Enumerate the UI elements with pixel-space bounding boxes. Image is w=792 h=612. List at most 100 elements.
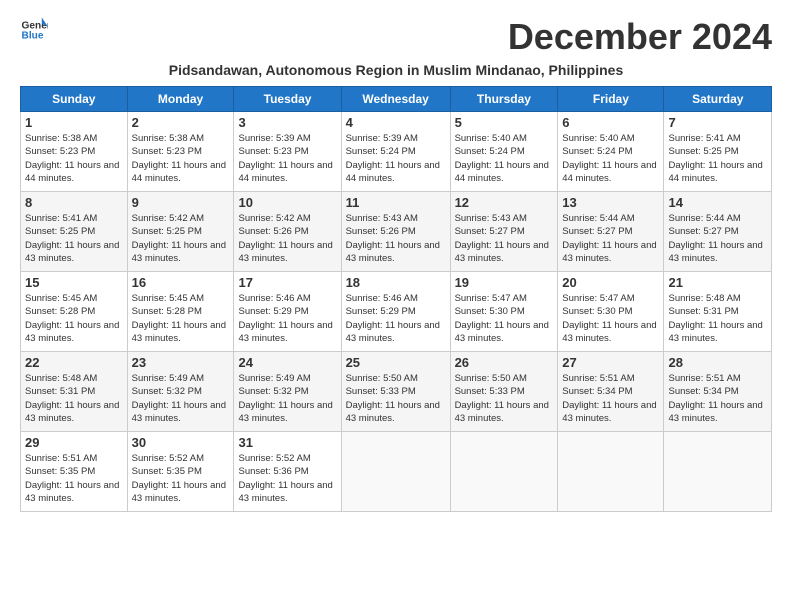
calendar-cell: 25Sunrise: 5:50 AMSunset: 5:33 PMDayligh… [341, 352, 450, 432]
day-number: 5 [455, 115, 554, 130]
header-sunday: Sunday [21, 87, 128, 112]
day-number: 7 [668, 115, 767, 130]
day-info: Sunrise: 5:52 AMSunset: 5:36 PMDaylight:… [238, 452, 336, 505]
calendar-cell: 31Sunrise: 5:52 AMSunset: 5:36 PMDayligh… [234, 432, 341, 512]
day-number: 11 [346, 195, 446, 210]
day-info: Sunrise: 5:39 AMSunset: 5:23 PMDaylight:… [238, 132, 336, 185]
calendar-cell: 14 Sunrise: 5:44 AMSunset: 5:27 PMDayligh… [664, 192, 772, 272]
calendar-cell: 20 Sunrise: 5:47 AMSunset: 5:30 PMDayligh… [558, 272, 664, 352]
day-number: 28 [668, 355, 767, 370]
day-info: Sunrise: 5:47 AMSunset: 5:30 PMDaylight:… [562, 292, 659, 345]
day-info: Sunrise: 5:44 AMSunset: 5:27 PMDaylight:… [668, 212, 767, 265]
day-info: Sunrise: 5:48 AMSunset: 5:31 PMDaylight:… [668, 292, 767, 345]
day-number: 18 [346, 275, 446, 290]
day-number: 4 [346, 115, 446, 130]
calendar-cell: 4 Sunrise: 5:39 AMSunset: 5:24 PMDaylight… [341, 112, 450, 192]
day-info: Sunrise: 5:42 AMSunset: 5:26 PMDaylight:… [238, 212, 336, 265]
calendar-cell: 30 Sunrise: 5:52 AMSunset: 5:35 PMDayligh… [127, 432, 234, 512]
calendar-cell: 5 Sunrise: 5:40 AMSunset: 5:24 PMDaylight… [450, 112, 558, 192]
calendar-cell: 2Sunrise: 5:38 AMSunset: 5:23 PMDaylight… [127, 112, 234, 192]
day-info: Sunrise: 5:51 AMSunset: 5:35 PMDaylight:… [25, 452, 123, 505]
day-number: 20 [562, 275, 659, 290]
day-number: 8 [25, 195, 123, 210]
calendar-cell [664, 432, 772, 512]
day-number: 29 [25, 435, 123, 450]
day-info: Sunrise: 5:41 AMSunset: 5:25 PMDaylight:… [25, 212, 123, 265]
day-info: Sunrise: 5:48 AMSunset: 5:31 PMDaylight:… [25, 372, 123, 425]
calendar-cell: 9 Sunrise: 5:42 AMSunset: 5:25 PMDaylight… [127, 192, 234, 272]
calendar-cell: 11Sunrise: 5:43 AMSunset: 5:26 PMDayligh… [341, 192, 450, 272]
day-number: 30 [132, 435, 230, 450]
day-info: Sunrise: 5:45 AMSunset: 5:28 PMDaylight:… [25, 292, 123, 345]
day-number: 19 [455, 275, 554, 290]
day-info: Sunrise: 5:38 AMSunset: 5:23 PMDaylight:… [25, 132, 123, 185]
header-tuesday: Tuesday [234, 87, 341, 112]
calendar-cell: 19 Sunrise: 5:47 AMSunset: 5:30 PMDayligh… [450, 272, 558, 352]
calendar-cell: 22 Sunrise: 5:48 AMSunset: 5:31 PMDayligh… [21, 352, 128, 432]
calendar-body: 1 Sunrise: 5:38 AMSunset: 5:23 PMDaylight… [21, 112, 772, 512]
day-number: 3 [238, 115, 336, 130]
calendar-cell: 1 Sunrise: 5:38 AMSunset: 5:23 PMDaylight… [21, 112, 128, 192]
day-number: 9 [132, 195, 230, 210]
week-row-5: 29 Sunrise: 5:51 AMSunset: 5:35 PMDayligh… [21, 432, 772, 512]
header: General Blue December 2024 [20, 16, 772, 58]
calendar-cell: 10 Sunrise: 5:42 AMSunset: 5:26 PMDayligh… [234, 192, 341, 272]
logo: General Blue [20, 16, 48, 44]
calendar-cell: 16Sunrise: 5:45 AMSunset: 5:28 PMDayligh… [127, 272, 234, 352]
calendar-cell: 6Sunrise: 5:40 AMSunset: 5:24 PMDaylight… [558, 112, 664, 192]
calendar-cell: 15 Sunrise: 5:45 AMSunset: 5:28 PMDayligh… [21, 272, 128, 352]
location-title: Pidsandawan, Autonomous Region in Muslim… [20, 62, 772, 78]
calendar-cell: 3 Sunrise: 5:39 AMSunset: 5:23 PMDaylight… [234, 112, 341, 192]
svg-text:Blue: Blue [22, 31, 44, 42]
week-row-3: 15 Sunrise: 5:45 AMSunset: 5:28 PMDayligh… [21, 272, 772, 352]
calendar-cell: 26 Sunrise: 5:50 AMSunset: 5:33 PMDayligh… [450, 352, 558, 432]
calendar-cell: 23Sunrise: 5:49 AMSunset: 5:32 PMDayligh… [127, 352, 234, 432]
day-info: Sunrise: 5:40 AMSunset: 5:24 PMDaylight:… [455, 132, 554, 185]
calendar-table: SundayMondayTuesdayWednesdayThursdayFrid… [20, 86, 772, 512]
day-info: Sunrise: 5:47 AMSunset: 5:30 PMDaylight:… [455, 292, 554, 345]
day-number: 13 [562, 195, 659, 210]
day-number: 27 [562, 355, 659, 370]
day-info: Sunrise: 5:40 AMSunset: 5:24 PMDaylight:… [562, 132, 659, 185]
day-number: 24 [238, 355, 336, 370]
week-row-2: 8 Sunrise: 5:41 AMSunset: 5:25 PMDaylight… [21, 192, 772, 272]
day-info: Sunrise: 5:41 AMSunset: 5:25 PMDaylight:… [668, 132, 767, 185]
calendar-cell: 28 Sunrise: 5:51 AMSunset: 5:34 PMDayligh… [664, 352, 772, 432]
day-number: 25 [346, 355, 446, 370]
calendar-cell [450, 432, 558, 512]
day-info: Sunrise: 5:45 AMSunset: 5:28 PMDaylight:… [132, 292, 230, 345]
day-number: 15 [25, 275, 123, 290]
calendar-cell: 8 Sunrise: 5:41 AMSunset: 5:25 PMDaylight… [21, 192, 128, 272]
week-row-4: 22 Sunrise: 5:48 AMSunset: 5:31 PMDayligh… [21, 352, 772, 432]
day-number: 2 [132, 115, 230, 130]
day-info: Sunrise: 5:49 AMSunset: 5:32 PMDaylight:… [238, 372, 336, 425]
calendar-cell: 24 Sunrise: 5:49 AMSunset: 5:32 PMDayligh… [234, 352, 341, 432]
day-number: 10 [238, 195, 336, 210]
month-title: December 2024 [508, 16, 772, 58]
day-info: Sunrise: 5:50 AMSunset: 5:33 PMDaylight:… [455, 372, 554, 425]
calendar-cell: 13Sunrise: 5:44 AMSunset: 5:27 PMDayligh… [558, 192, 664, 272]
day-info: Sunrise: 5:43 AMSunset: 5:27 PMDaylight:… [455, 212, 554, 265]
day-info: Sunrise: 5:51 AMSunset: 5:34 PMDaylight:… [668, 372, 767, 425]
calendar-cell: 27 Sunrise: 5:51 AMSunset: 5:34 PMDayligh… [558, 352, 664, 432]
day-number: 14 [668, 195, 767, 210]
day-info: Sunrise: 5:46 AMSunset: 5:29 PMDaylight:… [346, 292, 446, 345]
calendar-cell [558, 432, 664, 512]
calendar-cell: 7 Sunrise: 5:41 AMSunset: 5:25 PMDaylight… [664, 112, 772, 192]
day-number: 12 [455, 195, 554, 210]
calendar-cell: 17Sunrise: 5:46 AMSunset: 5:29 PMDayligh… [234, 272, 341, 352]
day-info: Sunrise: 5:39 AMSunset: 5:24 PMDaylight:… [346, 132, 446, 185]
day-info: Sunrise: 5:51 AMSunset: 5:34 PMDaylight:… [562, 372, 659, 425]
day-number: 1 [25, 115, 123, 130]
day-info: Sunrise: 5:52 AMSunset: 5:35 PMDaylight:… [132, 452, 230, 505]
header-friday: Friday [558, 87, 664, 112]
day-number: 26 [455, 355, 554, 370]
header-wednesday: Wednesday [341, 87, 450, 112]
day-number: 22 [25, 355, 123, 370]
calendar-cell [341, 432, 450, 512]
day-number: 21 [668, 275, 767, 290]
day-info: Sunrise: 5:42 AMSunset: 5:25 PMDaylight:… [132, 212, 230, 265]
day-info: Sunrise: 5:49 AMSunset: 5:32 PMDaylight:… [132, 372, 230, 425]
calendar-cell: 12 Sunrise: 5:43 AMSunset: 5:27 PMDayligh… [450, 192, 558, 272]
calendar-cell: 29 Sunrise: 5:51 AMSunset: 5:35 PMDayligh… [21, 432, 128, 512]
